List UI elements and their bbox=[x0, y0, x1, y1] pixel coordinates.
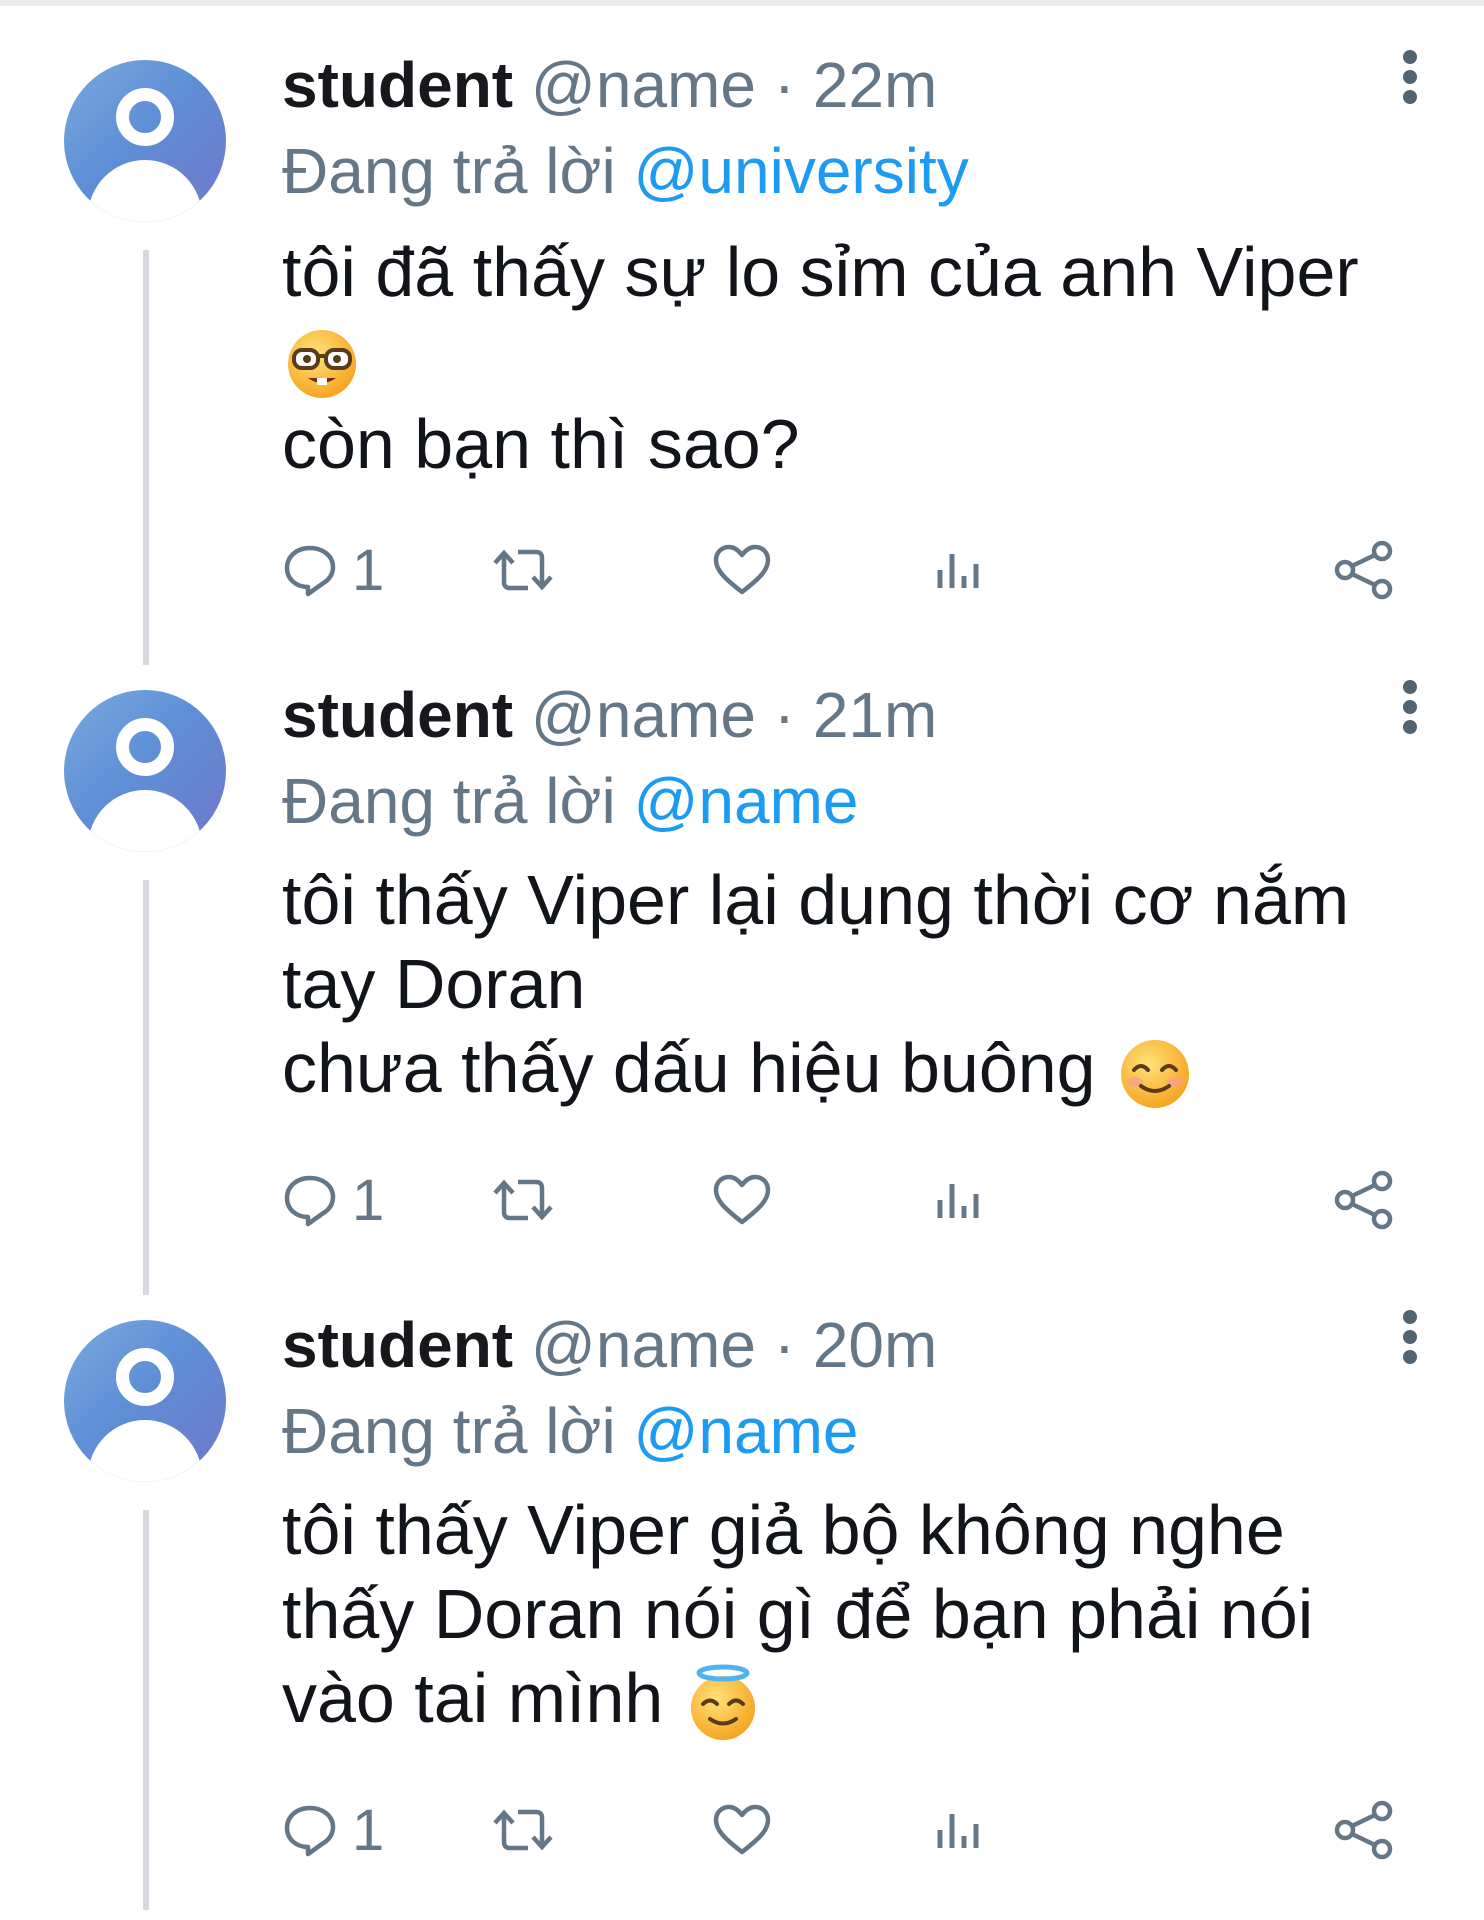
avatar[interactable] bbox=[64, 690, 226, 852]
more-options-icon[interactable] bbox=[1395, 50, 1425, 110]
views-icon bbox=[932, 1172, 986, 1228]
display-name[interactable]: student bbox=[282, 49, 513, 121]
avatar-head-shape bbox=[116, 718, 174, 776]
like-button[interactable] bbox=[712, 1160, 772, 1240]
avatar-head-shape bbox=[116, 88, 174, 146]
separator: · bbox=[773, 1309, 796, 1381]
reply-count: 1 bbox=[352, 537, 385, 603]
tweet[interactable]: student @name · 21m Đang trả lời @name t… bbox=[0, 630, 1484, 1295]
tweet-text-line: tôi thấy Viper giả bộ không nghe bbox=[282, 1491, 1285, 1569]
user-handle[interactable]: @name bbox=[531, 1309, 756, 1381]
avatar[interactable] bbox=[64, 1320, 226, 1482]
views-icon bbox=[932, 542, 986, 598]
reply-icon bbox=[282, 1802, 338, 1858]
timestamp[interactable]: 22m bbox=[813, 49, 938, 121]
tweet-text-line: còn bạn thì sao? bbox=[282, 404, 800, 483]
tweet[interactable]: student @name · 22m Đang trả lời @univer… bbox=[0, 0, 1484, 665]
reply-button[interactable]: 1 bbox=[282, 1160, 384, 1240]
retweet-button[interactable] bbox=[492, 530, 554, 610]
heart-icon bbox=[712, 1802, 772, 1858]
tweet-header: student @name · 21m bbox=[282, 670, 937, 760]
tweet-text: tôi đã thấy sự lo sỉm của anh Viper còn … bbox=[282, 230, 1442, 486]
separator: · bbox=[773, 49, 796, 121]
more-options-icon[interactable] bbox=[1395, 1310, 1425, 1370]
action-bar: 1 bbox=[282, 1790, 1442, 1870]
retweet-icon bbox=[492, 1172, 554, 1228]
reply-icon bbox=[282, 542, 338, 598]
tweet-text: tôi thấy Viper lại dụng thời cơ nắm tay … bbox=[282, 858, 1442, 1114]
more-options-icon[interactable] bbox=[1395, 680, 1425, 740]
thread-line bbox=[143, 250, 149, 665]
retweet-icon bbox=[492, 542, 554, 598]
tweet-text-line: vào tai mình bbox=[282, 1656, 1442, 1744]
views-button[interactable] bbox=[932, 1160, 986, 1240]
retweet-icon bbox=[492, 1802, 554, 1858]
nerd-face-emoji bbox=[282, 322, 362, 402]
views-button[interactable] bbox=[932, 530, 986, 610]
like-button[interactable] bbox=[712, 1790, 772, 1870]
mention-link[interactable]: @name bbox=[633, 765, 858, 837]
tweet-text-line: thấy Doran nói gì để bạn phải nói bbox=[282, 1575, 1314, 1653]
views-icon bbox=[932, 1802, 986, 1858]
replying-to: Đang trả lời @name bbox=[282, 756, 859, 846]
replying-to-label: Đang trả lời bbox=[282, 765, 616, 837]
timestamp[interactable]: 21m bbox=[813, 679, 938, 751]
tweet-text-segment: vào tai mình bbox=[282, 1659, 664, 1737]
tweet-header: student @name · 22m bbox=[282, 40, 937, 130]
avatar[interactable] bbox=[64, 60, 226, 222]
user-handle[interactable]: @name bbox=[531, 679, 756, 751]
tweet-text-line: tay Doran bbox=[282, 945, 586, 1023]
share-icon bbox=[1332, 1170, 1394, 1230]
heart-icon bbox=[712, 542, 772, 598]
reply-button[interactable]: 1 bbox=[282, 530, 384, 610]
mention-link[interactable]: @university bbox=[633, 135, 968, 207]
display-name[interactable]: student bbox=[282, 679, 513, 751]
action-bar: 1 bbox=[282, 1160, 1442, 1240]
separator: · bbox=[773, 679, 796, 751]
retweet-button[interactable] bbox=[492, 1160, 554, 1240]
heart-icon bbox=[712, 1172, 772, 1228]
replying-to: Đang trả lời @university bbox=[282, 126, 969, 216]
user-handle[interactable]: @name bbox=[531, 49, 756, 121]
share-button[interactable] bbox=[1332, 1790, 1394, 1870]
avatar-head-shape bbox=[116, 1348, 174, 1406]
smiling-face-emoji bbox=[1115, 1034, 1195, 1114]
reply-icon bbox=[282, 1172, 338, 1228]
tweet-text-line: tôi đã thấy sự lo sỉm của anh Viper bbox=[282, 233, 1359, 311]
retweet-button[interactable] bbox=[492, 1790, 554, 1870]
share-button[interactable] bbox=[1332, 530, 1394, 610]
replying-to-label: Đang trả lời bbox=[282, 1395, 616, 1467]
tweet-header: student @name · 20m bbox=[282, 1300, 937, 1390]
reply-count: 1 bbox=[352, 1167, 385, 1233]
reply-button[interactable]: 1 bbox=[282, 1790, 384, 1870]
thread-line bbox=[143, 1510, 149, 1910]
like-button[interactable] bbox=[712, 530, 772, 610]
avatar-body-shape bbox=[88, 160, 202, 222]
tweet-text-line: chưa thấy dấu hiệu buông bbox=[282, 1026, 1442, 1114]
halo-face-emoji bbox=[683, 1664, 763, 1744]
tweet-text: tôi thấy Viper giả bộ không nghe thấy Do… bbox=[282, 1488, 1442, 1744]
reply-count: 1 bbox=[352, 1797, 385, 1863]
avatar-body-shape bbox=[88, 1420, 202, 1482]
action-bar: 1 bbox=[282, 530, 1442, 610]
tweet-text-line: tôi thấy Viper lại dụng thời cơ nắm bbox=[282, 861, 1350, 939]
thread-line bbox=[143, 880, 149, 1295]
timestamp[interactable]: 20m bbox=[813, 1309, 938, 1381]
tweet-text-line bbox=[282, 314, 1442, 402]
tweet[interactable]: student @name · 20m Đang trả lời @name t… bbox=[0, 1260, 1484, 1910]
tweet-text-segment: chưa thấy dấu hiệu buông bbox=[282, 1029, 1096, 1107]
display-name[interactable]: student bbox=[282, 1309, 513, 1381]
share-icon bbox=[1332, 1800, 1394, 1860]
avatar-body-shape bbox=[88, 790, 202, 852]
share-icon bbox=[1332, 540, 1394, 600]
mention-link[interactable]: @name bbox=[633, 1395, 858, 1467]
share-button[interactable] bbox=[1332, 1160, 1394, 1240]
replying-to: Đang trả lời @name bbox=[282, 1386, 859, 1476]
replying-to-label: Đang trả lời bbox=[282, 135, 616, 207]
views-button[interactable] bbox=[932, 1790, 986, 1870]
